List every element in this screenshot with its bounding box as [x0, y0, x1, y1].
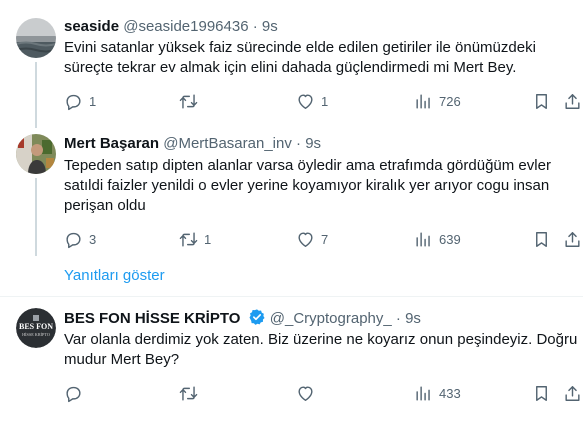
- bookmark-button[interactable]: [532, 229, 551, 249]
- reply-button[interactable]: [64, 383, 89, 403]
- action-bar: 1 1 726: [56, 91, 583, 111]
- avatar-logo-text: BES FON: [19, 322, 53, 331]
- share-icon: [565, 93, 580, 109]
- share-button[interactable]: [563, 383, 582, 403]
- separator-dot: ·: [296, 135, 302, 152]
- mert-basaran-avatar-image: [16, 134, 56, 174]
- retweet-button[interactable]: [179, 91, 204, 111]
- tweet-text-line: Tepeden satıp dipten alanlar varsa öyled…: [64, 157, 551, 174]
- like-count: 1: [321, 93, 329, 109]
- bookmark-icon: [536, 231, 547, 247]
- retweet-icon: [179, 93, 198, 109]
- tweet-text-line: perişan oldu: [64, 197, 146, 214]
- reply-icon: [66, 232, 81, 248]
- like-icon: [298, 231, 313, 247]
- like-button[interactable]: [296, 383, 321, 403]
- tweet-header: seaside @seaside1996436 · 9s: [64, 17, 278, 37]
- user-handle[interactable]: @seaside1996436: [123, 18, 248, 35]
- display-name[interactable]: Mert Başaran: [64, 135, 159, 152]
- like-button[interactable]: 7: [296, 229, 328, 249]
- avatar[interactable]: [16, 18, 56, 58]
- share-button[interactable]: [563, 229, 582, 249]
- views-count: 433: [439, 385, 461, 401]
- tweet-mert-basaran[interactable]: Mert Başaran @MertBasaran_inv · 9s Teped…: [0, 126, 583, 256]
- thread-line: [35, 178, 37, 256]
- timestamp[interactable]: 9s: [405, 310, 421, 327]
- share-icon: [565, 385, 580, 401]
- retweet-icon: [179, 385, 198, 401]
- verified-badge-icon: [248, 308, 266, 332]
- views-button[interactable]: 639: [414, 229, 461, 249]
- tweet-header: BES FON HİSSE KRİPTO @_Cryptography_ · 9…: [64, 308, 421, 332]
- tweet-header: Mert Başaran @MertBasaran_inv · 9s: [64, 134, 321, 154]
- views-count: 726: [439, 93, 461, 109]
- bes-fon-avatar-logo: BES FON HİSSE KRİPTO: [16, 308, 56, 348]
- avatar[interactable]: BES FON HİSSE KRİPTO: [16, 308, 56, 348]
- seaside-avatar-image: [16, 18, 56, 58]
- bookmark-button[interactable]: [532, 91, 551, 111]
- tweet-bes-fon[interactable]: BES FON HİSSE KRİPTO BES FON HİSSE KRİPT…: [0, 297, 583, 424]
- reply-button[interactable]: 3: [64, 229, 96, 249]
- avatar[interactable]: [16, 134, 56, 174]
- timestamp[interactable]: 9s: [305, 135, 321, 152]
- separator-dot: ·: [252, 18, 258, 35]
- user-handle[interactable]: @_Cryptography_: [270, 310, 392, 327]
- like-button[interactable]: 1: [296, 91, 328, 111]
- tweet-text: Tepeden satıp dipten alanlar varsa öyled…: [64, 156, 583, 216]
- reply-count: 3: [89, 231, 97, 247]
- views-count: 639: [439, 231, 461, 247]
- like-icon: [298, 385, 313, 401]
- bookmark-icon: [536, 385, 547, 401]
- tweet-text-line: mudur Mert Bey?: [64, 351, 180, 368]
- reply-count: 1: [89, 93, 97, 109]
- views-button[interactable]: 433: [414, 383, 461, 403]
- timestamp[interactable]: 9s: [262, 18, 278, 35]
- views-icon: [416, 385, 430, 401]
- tweet-text: Evini satanlar yüksek faiz sürecinde eld…: [64, 38, 583, 78]
- show-replies-link[interactable]: Yanıtları göster: [64, 267, 165, 284]
- tweet-text-line: Var olanla derdimiz yok zaten. Biz üzeri…: [64, 331, 578, 348]
- tweet-text-line: satıldi faizler yenildi o evler yerine k…: [64, 177, 550, 194]
- retweet-icon: [179, 231, 198, 247]
- share-icon: [565, 231, 580, 247]
- display-name[interactable]: seaside: [64, 18, 119, 35]
- tweet-text-line: Evini satanlar yüksek faiz sürecinde eld…: [64, 39, 536, 56]
- views-icon: [416, 231, 430, 247]
- bookmark-icon: [536, 93, 547, 109]
- display-name[interactable]: BES FON HİSSE KRİPTO: [64, 310, 240, 327]
- like-count: 7: [321, 231, 329, 247]
- action-bar: 433: [56, 383, 583, 403]
- reply-icon: [66, 386, 81, 402]
- action-bar: 3 1 7 639: [56, 229, 583, 249]
- retweet-button[interactable]: [179, 383, 204, 403]
- retweet-button[interactable]: 1: [179, 229, 211, 249]
- user-handle[interactable]: @MertBasaran_inv: [163, 135, 292, 152]
- share-button[interactable]: [563, 91, 582, 111]
- tweet-seaside[interactable]: seaside @seaside1996436 · 9s Evini satan…: [0, 0, 583, 128]
- bookmark-button[interactable]: [532, 383, 551, 403]
- thread-line: [35, 62, 37, 128]
- reply-button[interactable]: 1: [64, 91, 96, 111]
- separator-dot: ·: [395, 310, 401, 327]
- views-icon: [416, 93, 430, 109]
- tweet-text-line: süreçte tekrar ev almak için elini dahad…: [64, 59, 517, 76]
- views-button[interactable]: 726: [414, 91, 461, 111]
- reply-icon: [66, 94, 81, 110]
- like-icon: [298, 93, 313, 109]
- retweet-count: 1: [204, 231, 212, 247]
- avatar-logo-subtext: HİSSE KRİPTO: [22, 332, 50, 337]
- tweet-text: Var olanla derdimiz yok zaten. Biz üzeri…: [64, 330, 583, 370]
